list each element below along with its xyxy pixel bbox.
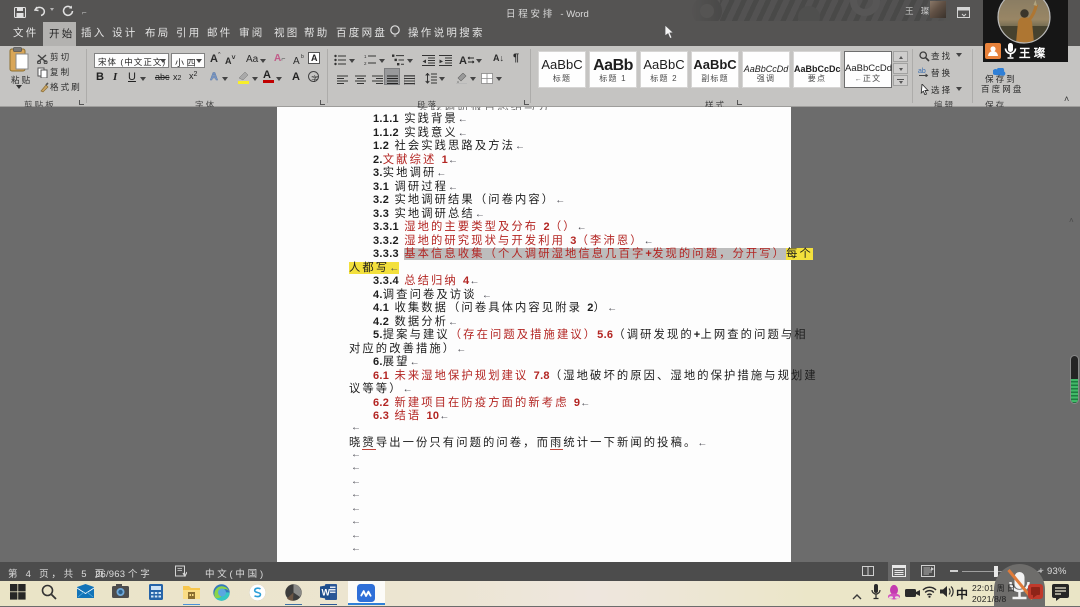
svg-text:A: A (459, 55, 467, 66)
svg-text:1: 1 (364, 54, 367, 59)
svg-text:b: b (301, 54, 304, 60)
svg-text:A: A (293, 56, 300, 66)
svg-text:W: W (322, 588, 331, 598)
svg-text:2: 2 (364, 61, 367, 66)
svg-text:ab: ab (918, 68, 926, 75)
